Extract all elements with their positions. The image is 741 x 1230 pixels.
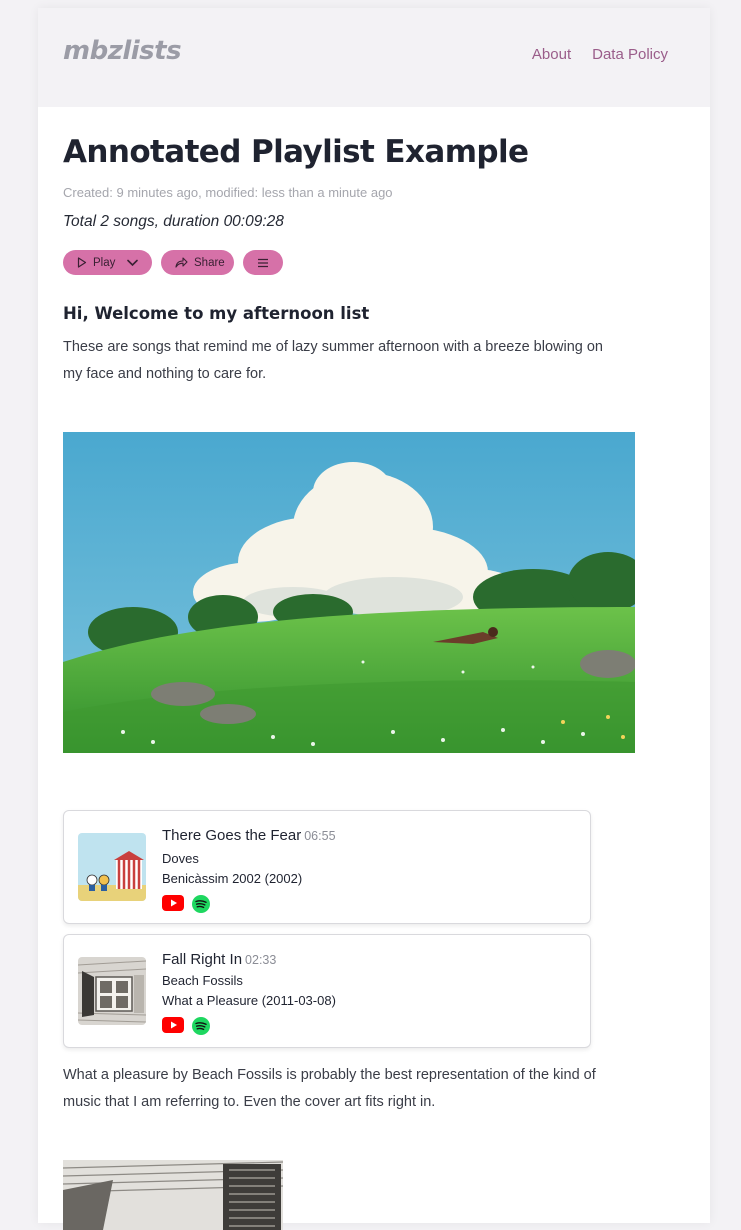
album-art-image — [63, 1160, 283, 1230]
brand-logo[interactable]: mbzlists — [63, 36, 182, 66]
track-card: Fall Right In 02:33 Beach Fossils What a … — [63, 934, 591, 1048]
track-artist[interactable]: Doves — [162, 851, 199, 866]
share-icon — [175, 257, 188, 268]
youtube-icon[interactable] — [162, 1017, 184, 1039]
menu-icon — [257, 258, 269, 268]
menu-button[interactable] — [243, 250, 283, 275]
nav-about-link[interactable]: About — [532, 46, 571, 63]
track-title[interactable]: There Goes the Fear — [162, 827, 301, 844]
album-cover-image — [78, 957, 146, 1025]
track-duration: 06:55 — [304, 829, 336, 843]
share-button[interactable]: Share — [161, 250, 234, 275]
track-title-line: Fall Right In 02:33 — [162, 949, 276, 968]
afternoon-meadow-image — [63, 432, 635, 753]
play-icon — [77, 257, 87, 268]
track-card: There Goes the Fear 06:55 Doves Benicàssi… — [63, 810, 591, 924]
spotify-icon[interactable] — [192, 1017, 210, 1039]
track-release[interactable]: Benicàssim 2002 (2002) — [162, 871, 302, 886]
play-label: Play — [93, 256, 116, 269]
spotify-icon[interactable] — [192, 895, 210, 917]
track-duration: 02:33 — [245, 953, 277, 967]
streaming-links — [162, 895, 210, 917]
track-title[interactable]: Fall Right In — [162, 951, 242, 968]
page: mbzlists About Data Policy Annotated Pla… — [38, 8, 710, 1230]
action-buttons: Play Share — [63, 250, 283, 275]
top-navbar: mbzlists About Data Policy — [38, 8, 710, 107]
chevron-down-icon[interactable] — [127, 259, 139, 267]
track-artist[interactable]: Beach Fossils — [162, 973, 243, 988]
nav-data-policy-link[interactable]: Data Policy — [592, 46, 668, 63]
note-text: What a pleasure by Beach Fossils is prob… — [63, 1067, 596, 1110]
track-title-line: There Goes the Fear 06:55 — [162, 825, 336, 844]
play-button[interactable]: Play — [63, 250, 152, 275]
playlist-meta: Created: 9 minutes ago, modified: less t… — [63, 185, 393, 200]
intro-text: These are songs that remind me of lazy s… — [63, 339, 603, 382]
album-cover-image — [78, 833, 146, 901]
track-release[interactable]: What a Pleasure (2011-03-08) — [162, 993, 336, 1008]
playlist-title: Annotated Playlist Example — [63, 134, 529, 170]
intro-heading: Hi, Welcome to my afternoon list — [63, 304, 370, 323]
nav-links: About Data Policy — [532, 46, 668, 63]
streaming-links — [162, 1017, 210, 1039]
share-label: Share — [194, 256, 225, 269]
youtube-icon[interactable] — [162, 895, 184, 917]
playlist-summary: Total 2 songs, duration 00:09:28 — [63, 213, 284, 230]
